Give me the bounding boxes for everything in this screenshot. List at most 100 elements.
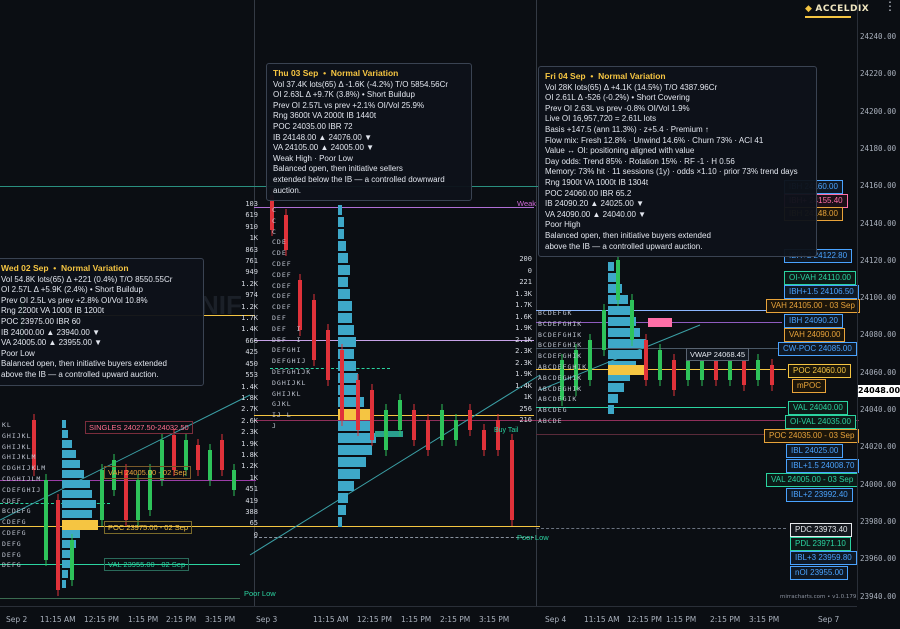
time-tick-label: Sep 3 (256, 615, 278, 624)
price-level-label[interactable]: VAH 24090.00 (784, 328, 846, 342)
tpo-row: CDGHIJKLM (2, 464, 47, 473)
brand-logo: ◆ ACCELDIX (805, 4, 869, 14)
info-line: POC 24035.00 IBR 72 (273, 121, 353, 131)
candle-body (756, 360, 760, 380)
price-level-label[interactable]: IBL+2 23992.40 (786, 488, 853, 502)
candle-body (510, 440, 514, 520)
price-level-label[interactable]: IBL 24025.00 (786, 444, 844, 458)
price-tick-label: 23980.00 (860, 516, 897, 526)
volume-profile-bar (338, 481, 354, 491)
volume-value: 1.2K (241, 279, 258, 288)
price-tick-label: 24060.00 (860, 367, 897, 377)
tpo-row: ABCDEGHIK (538, 373, 583, 382)
candle-body (426, 420, 430, 450)
session-info-sep3[interactable]: Thu 03 Sep • Normal Variation Vol 37.4K … (266, 63, 472, 202)
tpo-row: DEFG (2, 550, 22, 559)
volume-profile-bar (608, 394, 618, 403)
candle-body (412, 410, 416, 440)
volume-profile-bar (338, 301, 352, 311)
candle-body (496, 420, 500, 450)
price-level-label[interactable]: IBL+3 23959.80 (790, 551, 857, 565)
tpo-row: CDEFG (2, 518, 27, 527)
price-level-label[interactable]: OI-VAH 24110.00 (784, 271, 856, 285)
volume-profile-bar (338, 421, 372, 431)
session-info-sep2[interactable]: Wed 02 Sep • Normal Variation Vol 54.8K … (0, 258, 204, 386)
time-tick-label: 2:15 PM (710, 615, 741, 624)
tpo-row: GHIJKL (2, 442, 32, 451)
tpo-row: BCDEFGHIK (538, 330, 583, 339)
session-info-sep4[interactable]: Fri 04 Sep • Normal Variation Vol 28K lo… (538, 66, 817, 258)
price-level-label[interactable]: POC 24035.00 - 03 Sep (764, 429, 860, 443)
volume-value: 619 (245, 211, 258, 220)
volume-profile-bar (338, 217, 344, 227)
volume-profile-bar (62, 490, 92, 498)
price-tick-label: 23940.00 (860, 591, 897, 601)
volume-profile-bar (608, 328, 640, 337)
info-line: Rng 2200t VA 1000t IB 1200t (1, 306, 105, 316)
tpo-row: KL (2, 421, 12, 429)
price-level-label[interactable]: mPOC (792, 379, 826, 393)
tpo-row: GJKL (272, 400, 292, 409)
tpo-row: CDEF (272, 259, 292, 268)
price-tick-label: 24080.00 (860, 330, 897, 340)
info-line: Poor High (545, 220, 581, 230)
info-line: Rng 1900t VA 1000t IB 1304t (545, 177, 649, 187)
tpo-row: DEFG (2, 539, 22, 548)
volume-profile-bar (62, 530, 80, 538)
info-line: auction. (273, 185, 302, 195)
brand-underline (805, 16, 851, 18)
info-line: Day odds: Trend 85% · Rotation 15% · RF … (545, 156, 735, 166)
poc-profile-bar (62, 520, 98, 530)
tpo-row: DEFGHIJK (272, 367, 312, 376)
candle-body (312, 300, 316, 360)
volume-profile-bar (338, 241, 346, 251)
diamond-icon: ◆ (805, 4, 813, 14)
tpo-row: DEFGHI (272, 346, 302, 355)
price-level-label[interactable]: VAH 24105.00 - 03 Sep (766, 299, 860, 313)
price-level-label[interactable]: CW-POC 24085.00 (778, 342, 857, 356)
price-level-label[interactable]: IBH+1.5 24106.50 (784, 285, 859, 299)
price-level-label[interactable]: VAL 24005.00 - 03 Sep (766, 473, 859, 487)
footer-credit: mirracharts.com • v1.0.179 (780, 594, 857, 600)
info-line: Rng 3600t VA 2000t IB 1440t (273, 111, 377, 121)
price-level-label[interactable]: IBL+1.5 24008.70 (786, 459, 860, 473)
vertical-dots-icon[interactable]: ⋮ (880, 0, 900, 14)
volume-profile-bar (338, 265, 350, 275)
price-level-label[interactable]: nOI 23955.00 (790, 566, 849, 580)
volume-profile-bar (338, 313, 352, 323)
volume-profile-bar (62, 560, 70, 568)
info-line: VA 24090.00 ▲ 24040.00 ▼ (545, 209, 647, 219)
info-line: Balanced open, then initiative buyers ex… (545, 230, 711, 240)
time-tick-label: 1:15 PM (666, 615, 697, 624)
volume-value: 221 (519, 278, 532, 286)
volume-column-sep4: 200 0 221 1.3K 1.7K 1.6K 1.9K 2.1K 2.3K 2.3K 1.9K 1… (508, 254, 532, 427)
price-level-label[interactable]: PDC 23973.40 (790, 523, 853, 537)
session-variation: Normal Variation (61, 263, 129, 273)
tpo-row: CDEF (272, 281, 292, 290)
volume-profile-bar (338, 205, 342, 215)
tpo-row: IJ L (272, 411, 292, 420)
price-tick-label: 24040.00 (860, 405, 897, 414)
time-tick-label: Sep 2 (6, 615, 28, 624)
session-date: Wed 02 Sep (1, 263, 49, 273)
price-tick-label: 24000.00 (860, 479, 897, 489)
price-level-label[interactable]: POC 24060.00 (788, 364, 851, 378)
price-tick-label: 23960.00 (860, 554, 897, 564)
price-level-label[interactable]: VAL 24040.00 (788, 401, 848, 415)
tpo-row: CDEF (272, 292, 292, 301)
candle-body (630, 300, 634, 340)
candle-body (454, 420, 458, 440)
candle-body (398, 400, 402, 430)
candle-body (384, 410, 388, 450)
tpo-row: CDEFG (2, 528, 27, 537)
chart-canvas[interactable]: NIF KL GHIJKL GHIJKL GHIJKLM CDGHIJKLM CDGHIJ… (0, 0, 900, 629)
info-line: OI 2.57L Δ +5.9K (2.4%) • Short Buildup (1, 285, 143, 295)
price-level-label[interactable]: OI-VAL 24035.00 (785, 415, 856, 429)
time-axis[interactable] (0, 606, 857, 607)
price-level-label[interactable]: PDL 23971.10 (790, 537, 851, 551)
tpo-row: GHIJKL (2, 431, 32, 440)
price-level-label[interactable]: IBH 24090.20 (784, 314, 843, 328)
volume-value: 256 (519, 404, 532, 413)
volume-value: 761 (245, 257, 258, 266)
tpo-row: DEF (272, 313, 287, 322)
